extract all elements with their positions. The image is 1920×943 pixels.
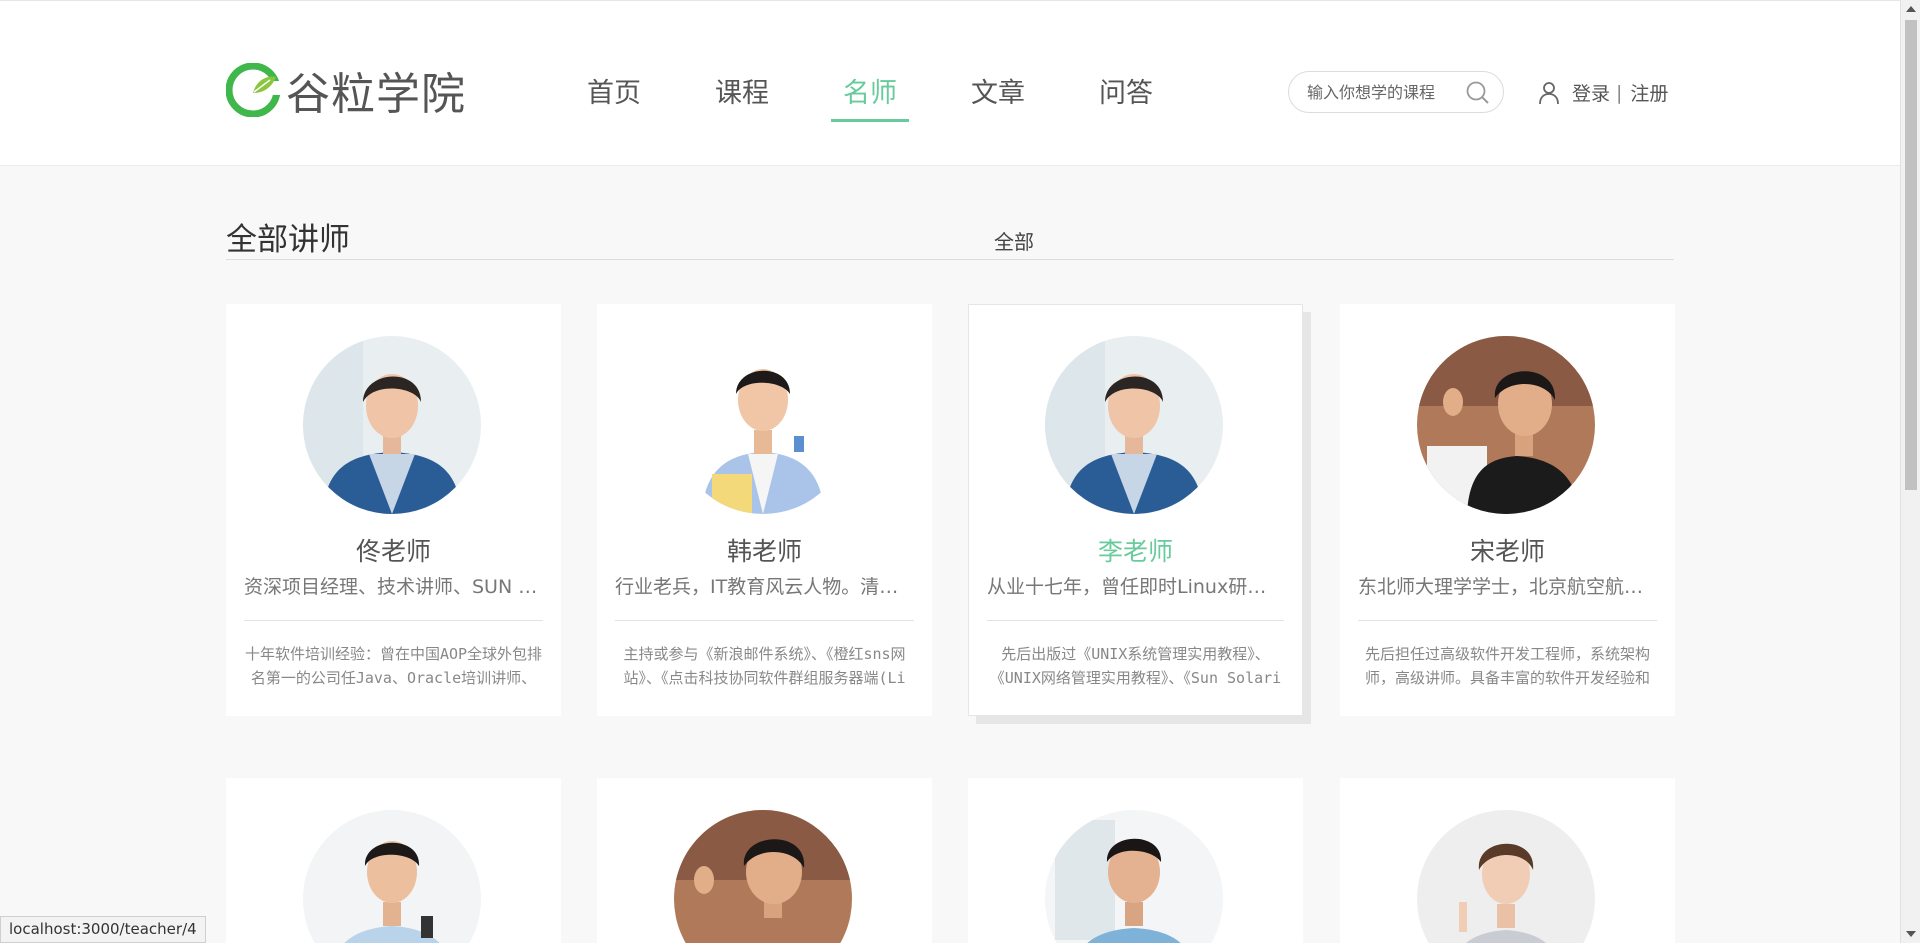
teacher-avatar xyxy=(674,336,852,514)
teacher-description: 先后出版过《UNIX系统管理实用教程》、《UNIX网络管理实用教程》、《Sun … xyxy=(989,645,1282,687)
teacher-avatar xyxy=(1045,336,1223,514)
teacher-intro: 从业十七年，曾任即时Linux研究院院长 xyxy=(987,576,1284,598)
scroll-thumb[interactable] xyxy=(1905,20,1917,490)
teacher-card[interactable] xyxy=(1340,778,1675,943)
user-links: 登录 | 注册 xyxy=(1538,79,1668,106)
page-scrollbar[interactable] xyxy=(1900,0,1920,943)
teacher-avatar xyxy=(1045,810,1223,943)
teacher-card[interactable] xyxy=(968,778,1303,943)
link-separator: | xyxy=(1616,81,1623,104)
teacher-intro: 东北师大理学学士，北京航空航天大学硕士 xyxy=(1358,576,1657,598)
site-logo[interactable]: 谷粒学院 xyxy=(226,61,466,120)
nav-articles[interactable]: 文章 xyxy=(959,67,1037,122)
teacher-intro: 资深项目经理、技术讲师、SUN SCJP xyxy=(244,576,543,598)
teacher-avatar xyxy=(303,810,481,943)
teacher-avatar xyxy=(674,810,852,943)
teacher-avatar xyxy=(303,336,481,514)
teacher-name[interactable]: 韩老师 xyxy=(597,532,932,568)
card-divider xyxy=(987,620,1284,621)
leaf-logo-icon xyxy=(226,63,280,117)
register-link[interactable]: 注册 xyxy=(1630,79,1668,106)
teacher-card[interactable]: 佟老师 资深项目经理、技术讲师、SUN SCJP 十年软件培训经验：曾在中国AO… xyxy=(226,304,561,716)
search-box xyxy=(1288,71,1504,113)
teacher-card[interactable]: 宋老师 东北师大理学学士，北京航空航天大学硕士 先后担任过高级软件开发工程师，系… xyxy=(1340,304,1675,716)
scroll-down-icon[interactable] xyxy=(1906,931,1916,937)
page-title: 全部讲师 xyxy=(226,222,350,258)
card-divider xyxy=(1358,620,1657,621)
status-url: localhost:3000/teacher/4 xyxy=(0,916,206,943)
nav-teachers[interactable]: 名师 xyxy=(831,67,909,122)
main-nav: 首页 课程 名师 文章 问答 xyxy=(575,67,1215,122)
nav-courses[interactable]: 课程 xyxy=(703,67,781,122)
teacher-card[interactable]: 李老师 从业十七年，曾任即时Linux研究院院长 先后出版过《UNIX系统管理实… xyxy=(968,304,1303,716)
scroll-up-icon[interactable] xyxy=(1906,6,1916,12)
teacher-description: 先后担任过高级软件开发工程师，系统架构师，高级讲师。具备丰富的软件开发经验和 xyxy=(1364,645,1650,687)
search-icon[interactable] xyxy=(1465,80,1491,106)
logo-text: 谷粒学院 xyxy=(286,69,466,120)
nav-home[interactable]: 首页 xyxy=(575,67,653,122)
teacher-description: 十年软件培训经验：曾在中国AOP全球外包排名第一的公司任Java、Oracle培… xyxy=(244,645,543,687)
teacher-card[interactable] xyxy=(597,778,932,943)
nav-qa[interactable]: 问答 xyxy=(1087,67,1165,122)
card-divider xyxy=(615,620,914,621)
teacher-card[interactable] xyxy=(226,778,561,943)
teacher-name[interactable]: 佟老师 xyxy=(226,532,561,568)
teacher-description: 主持或参与《新浪邮件系统》、《橙红sns网站》、《点击科技协同软件群组服务器端(… xyxy=(623,645,906,687)
teacher-name[interactable]: 李老师 xyxy=(969,532,1302,568)
teacher-card[interactable]: 韩老师 行业老兵，IT教育风云人物。清华毕业 主持或参与《新浪邮件系统》、《橙红… xyxy=(597,304,932,716)
teacher-avatar xyxy=(1417,336,1595,514)
section-divider xyxy=(226,259,1674,260)
user-icon xyxy=(1539,81,1559,104)
search-input[interactable] xyxy=(1307,80,1457,104)
card-divider xyxy=(244,620,543,621)
login-link[interactable]: 登录 xyxy=(1572,79,1610,106)
teacher-intro: 行业老兵，IT教育风云人物。清华毕业 xyxy=(615,576,914,598)
filter-all[interactable]: 全部 xyxy=(994,226,1034,255)
site-header: 谷粒学院 首页 课程 名师 文章 问答 登录 | 注册 xyxy=(0,0,1900,166)
teacher-avatar xyxy=(1417,810,1595,943)
teacher-name[interactable]: 宋老师 xyxy=(1340,532,1675,568)
